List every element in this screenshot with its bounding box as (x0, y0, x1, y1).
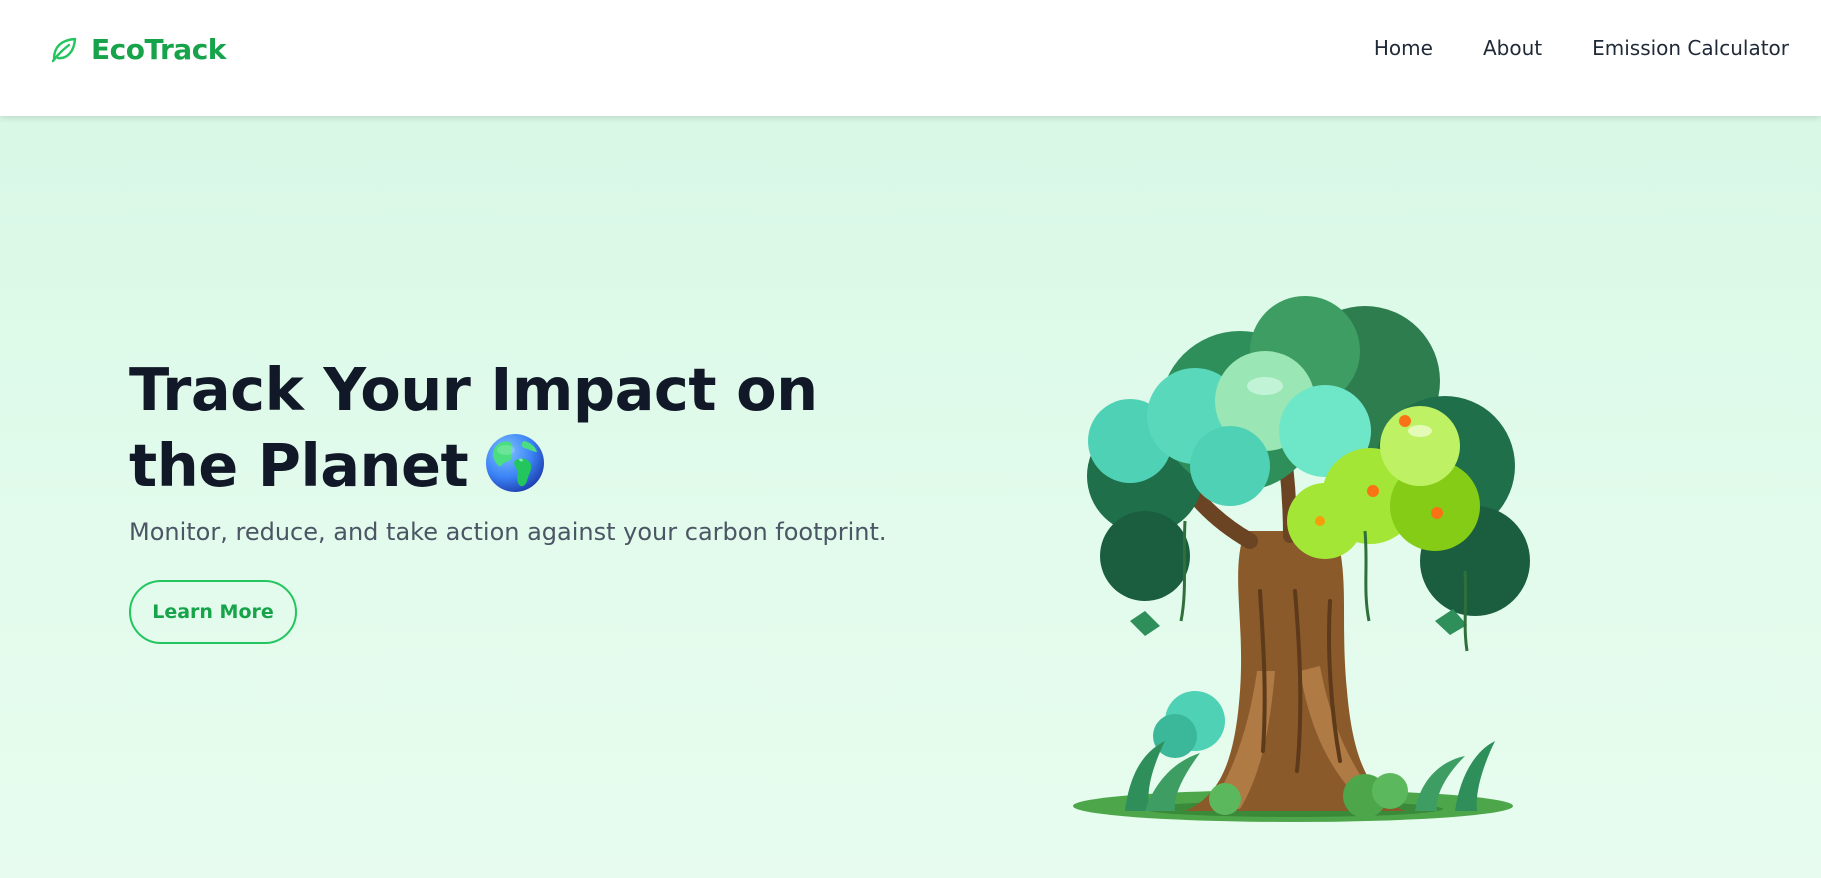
brand-logo[interactable]: EcoTrack (49, 29, 226, 69)
hero-section: Track Your Impact on the Planet Monitor,… (0, 116, 1821, 878)
navbar: EcoTrack Home About Emission Calculator (0, 0, 1821, 116)
nav-link-emission-calculator[interactable]: Emission Calculator (1592, 36, 1789, 60)
globe-icon (486, 434, 545, 492)
nav-link-about[interactable]: About (1483, 36, 1542, 60)
hero-subtitle: Monitor, reduce, and take action against… (129, 518, 887, 546)
nav-link-home[interactable]: Home (1374, 36, 1433, 60)
hero-headline-text: Track Your Impact on the Planet (129, 355, 818, 500)
tree-illustration (1073, 296, 1530, 822)
nav-links: Home About Emission Calculator (1374, 36, 1789, 60)
learn-more-button[interactable]: Learn More (129, 580, 297, 644)
leaf-icon (51, 37, 77, 63)
brand-name: EcoTrack (91, 32, 226, 66)
hero-headline: Track Your Impact on the Planet (129, 352, 889, 504)
